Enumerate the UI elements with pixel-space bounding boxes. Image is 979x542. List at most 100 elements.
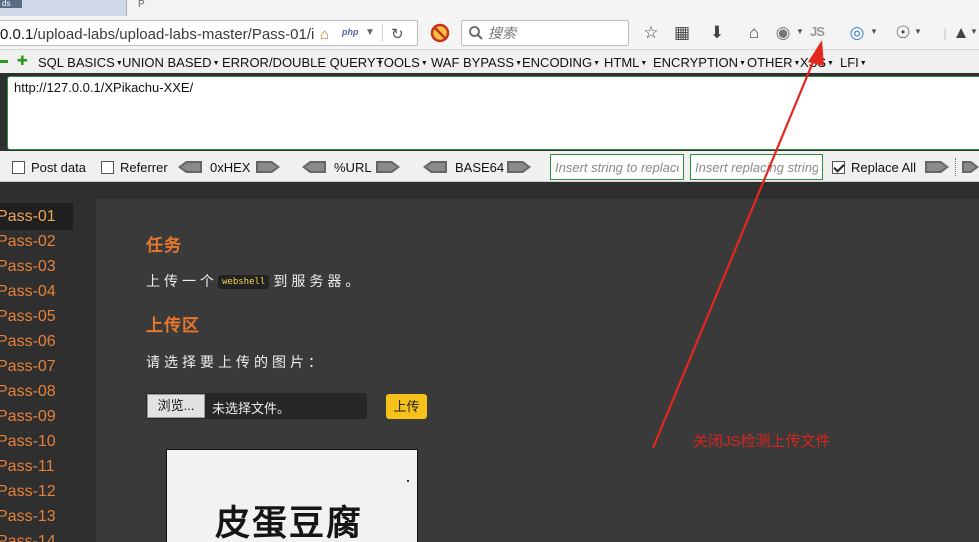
tab-title: P bbox=[138, 0, 145, 10]
task-suffix: 到服务器。 bbox=[273, 273, 364, 289]
browse-button[interactable]: 浏览... bbox=[147, 394, 205, 418]
task-description: 上传一个 webshell 到服务器。 bbox=[146, 271, 363, 291]
menu-sql-basics[interactable]: SQL BASICS▼ bbox=[38, 55, 123, 70]
menu-label: SQL BASICS bbox=[38, 55, 115, 70]
addon-globe-icon[interactable]: ◉ bbox=[772, 22, 794, 44]
url-dropdown-icon[interactable]: ▼ bbox=[365, 27, 375, 38]
caret-down-icon: ▼ bbox=[739, 60, 746, 67]
sidebar-item-pass-03[interactable]: Pass-03 bbox=[0, 253, 73, 280]
sidebar-item-pass-07[interactable]: Pass-07 bbox=[0, 353, 73, 380]
extension-icon[interactable]: ▲ bbox=[950, 22, 972, 44]
palette-icon[interactable]: ☉ bbox=[892, 22, 914, 44]
addon-dropdown-icon[interactable]: ▼ bbox=[796, 27, 804, 36]
replacing-string-field[interactable] bbox=[690, 154, 823, 180]
url-decode-arrow-icon[interactable] bbox=[302, 161, 326, 173]
menu-encoding[interactable]: ENCODING▼ bbox=[522, 55, 600, 70]
menu-error-double-query[interactable]: ERROR/DOUBLE QUERY▼ bbox=[222, 55, 384, 70]
proxy-dropdown-icon[interactable]: ▼ bbox=[870, 27, 878, 36]
caret-down-icon: ▼ bbox=[593, 60, 600, 67]
base64-encode-arrow-icon[interactable] bbox=[507, 161, 531, 173]
referrer-label: Referrer bbox=[120, 160, 168, 175]
address-bar[interactable]: 0.0.1/upload-labs/upload-labs-master/Pas… bbox=[0, 20, 418, 46]
page-content: Pass-01 Pass-02 Pass-03 Pass-04 Pass-05 … bbox=[0, 183, 979, 542]
hackbar-expand-icon[interactable]: ✚ bbox=[17, 54, 28, 67]
sidebar-item-pass-01[interactable]: Pass-01 bbox=[0, 203, 73, 230]
home-page-icon[interactable]: ⌂ bbox=[320, 26, 329, 43]
annotation-text: 关闭JS检测上传文件 bbox=[693, 433, 831, 450]
sidebar-item-pass-14[interactable]: Pass-14 bbox=[0, 528, 73, 542]
sidebar-item-pass-11[interactable]: Pass-11 bbox=[0, 453, 73, 480]
sidebar-item-pass-13[interactable]: Pass-13 bbox=[0, 503, 73, 530]
tab-strip: ds P bbox=[0, 0, 979, 16]
more-arrow-icon[interactable] bbox=[962, 161, 979, 173]
extension-dropdown-icon[interactable]: ▼ bbox=[970, 27, 978, 36]
sidebar-item-pass-05[interactable]: Pass-05 bbox=[0, 303, 73, 330]
url-encode-arrow-icon[interactable] bbox=[376, 161, 400, 173]
sidebar-item-pass-06[interactable]: Pass-06 bbox=[0, 328, 73, 355]
nav-bar: 0.0.1/upload-labs/upload-labs-master/Pas… bbox=[0, 16, 979, 50]
tab-label: ds bbox=[2, 0, 11, 8]
reader-list-icon[interactable]: ▦ bbox=[671, 22, 693, 44]
menu-label: ENCODING bbox=[522, 55, 593, 70]
hackbar-options: Post data Referrer 0xHEX %URL BASE64 Rep… bbox=[0, 151, 979, 182]
php-badge-icon[interactable]: php bbox=[342, 27, 359, 37]
sidebar-item-pass-08[interactable]: Pass-08 bbox=[0, 378, 73, 405]
url-text[interactable]: 0.0.1/upload-labs/upload-labs-master/Pas… bbox=[0, 26, 316, 43]
caret-down-icon: ▼ bbox=[420, 60, 428, 67]
menu-other[interactable]: OTHER▼ bbox=[747, 55, 800, 70]
hackbar-collapse-icon[interactable] bbox=[0, 60, 8, 63]
upload-button[interactable]: 上传 bbox=[386, 394, 427, 419]
main-panel: 任务 上传一个 webshell 到服务器。 上传区 请选择要上传的图片： 浏览..… bbox=[96, 199, 979, 542]
bookmark-star-icon[interactable]: ☆ bbox=[640, 22, 662, 44]
file-picker[interactable]: 浏览... 未选择文件。 bbox=[146, 393, 367, 419]
menu-lfi[interactable]: LFI▼ bbox=[840, 55, 867, 70]
base64-label: BASE64 bbox=[455, 160, 505, 175]
menu-html[interactable]: HTML▼ bbox=[604, 55, 647, 70]
sidebar-item-pass-12[interactable]: Pass-12 bbox=[0, 478, 73, 505]
js-toggle-icon[interactable]: JS bbox=[810, 24, 825, 39]
task-prefix: 上传一个 bbox=[146, 273, 218, 289]
menu-union-based[interactable]: UNION BASED▼ bbox=[122, 55, 220, 70]
sidebar-item-pass-09[interactable]: Pass-09 bbox=[0, 403, 73, 430]
replace-string-field[interactable] bbox=[550, 154, 684, 180]
caret-down-icon: ▼ bbox=[640, 60, 648, 67]
replacing-string-input[interactable] bbox=[691, 155, 822, 179]
replace-run-arrow-icon[interactable] bbox=[925, 161, 949, 173]
palette-dropdown-icon[interactable]: ▼ bbox=[914, 27, 922, 36]
noscript-icon[interactable] bbox=[430, 23, 450, 43]
hex-decode-arrow-icon[interactable] bbox=[178, 161, 202, 173]
url-divider bbox=[382, 24, 383, 42]
menu-label: OTHER bbox=[747, 55, 793, 70]
post-data-label: Post data bbox=[31, 160, 86, 175]
hackbar-url-area[interactable] bbox=[7, 76, 979, 150]
sidebar-item-pass-10[interactable]: Pass-10 bbox=[0, 428, 73, 455]
referrer-checkbox[interactable] bbox=[101, 161, 114, 174]
uploaded-image-preview: 皮蛋豆腐 bbox=[166, 449, 418, 542]
hackbar-url-input[interactable] bbox=[8, 77, 979, 149]
menu-xss[interactable]: XSS▼ bbox=[800, 55, 834, 70]
search-icon bbox=[469, 26, 483, 40]
hex-encode-arrow-icon[interactable] bbox=[256, 161, 280, 173]
menu-encryption[interactable]: ENCRYPTION▼ bbox=[653, 55, 746, 70]
base64-decode-arrow-icon[interactable] bbox=[423, 161, 447, 173]
url-host: 0.0.1 bbox=[0, 26, 34, 43]
preview-calligraphy: 皮蛋豆腐 bbox=[215, 503, 364, 542]
search-box[interactable] bbox=[461, 20, 629, 46]
sidebar-item-pass-04[interactable]: Pass-04 bbox=[0, 278, 73, 305]
download-icon[interactable]: ⬇ bbox=[706, 22, 728, 44]
sidebar-item-pass-02[interactable]: Pass-02 bbox=[0, 228, 73, 255]
menu-label: XSS bbox=[800, 55, 827, 70]
post-data-checkbox[interactable] bbox=[12, 161, 25, 174]
browser-tab-active[interactable] bbox=[126, 0, 979, 16]
home-icon[interactable]: ⌂ bbox=[743, 22, 765, 44]
replace-all-checkbox[interactable] bbox=[832, 161, 845, 174]
proxy-globe-icon[interactable]: ◎ bbox=[846, 22, 868, 44]
menu-tools[interactable]: TOOLS▼ bbox=[376, 55, 428, 70]
replace-string-input[interactable] bbox=[551, 155, 683, 179]
file-status: 未选择文件。 bbox=[212, 401, 291, 416]
search-input[interactable] bbox=[488, 24, 624, 42]
menu-waf-bypass[interactable]: WAF BYPASS▼ bbox=[431, 55, 522, 70]
browser-tab[interactable]: ds bbox=[0, 0, 22, 8]
hackbar-menu: ✚ SQL BASICS▼ UNION BASED▼ ERROR/DOUBLE … bbox=[0, 50, 979, 73]
reload-icon[interactable]: ↻ bbox=[391, 25, 404, 43]
